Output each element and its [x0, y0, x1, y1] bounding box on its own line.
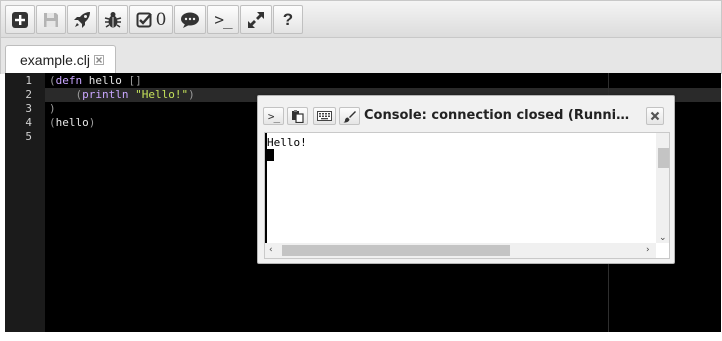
- rocket-icon: [74, 11, 90, 28]
- console-cursor: [267, 149, 274, 161]
- bug-icon: [104, 11, 122, 28]
- console-panel: >_ Console: connection closed (Runni… He…: [257, 95, 675, 264]
- scroll-left-arrow[interactable]: ‹: [269, 245, 273, 255]
- console-prompt-button[interactable]: >_: [263, 107, 284, 125]
- clipboard-icon: [292, 109, 304, 123]
- toolbar: 0 >_ ?: [0, 0, 722, 38]
- close-icon: [650, 111, 660, 121]
- code-token: ): [49, 102, 56, 115]
- line-number: 2: [25, 88, 32, 101]
- expand-arrows-icon: [248, 11, 264, 28]
- code-token: hello: [55, 116, 89, 129]
- code-token: ): [88, 116, 96, 129]
- run-button[interactable]: [67, 5, 97, 34]
- code-token: println: [82, 88, 129, 101]
- tab-example-clj[interactable]: example.clj: [5, 45, 116, 74]
- console-close-button[interactable]: [646, 107, 664, 125]
- keyboard-icon: [317, 111, 332, 121]
- checkbox-icon: [136, 12, 152, 28]
- line-number: 4: [25, 116, 32, 129]
- code-token: hello: [82, 74, 129, 87]
- console-button[interactable]: >_: [207, 5, 239, 34]
- line-number: 1: [25, 74, 32, 87]
- code-token: []: [128, 74, 142, 87]
- code-line: (println "Hello!"): [49, 88, 195, 102]
- vertical-scroll-thumb[interactable]: [658, 148, 669, 168]
- tests-count: 0: [155, 9, 167, 30]
- code-token: defn: [55, 74, 83, 87]
- help-button[interactable]: ?: [273, 5, 303, 34]
- close-icon[interactable]: [94, 55, 105, 65]
- scroll-down-arrow[interactable]: ⌄: [659, 233, 667, 243]
- horizontal-scrollbar[interactable]: ‹ ›: [265, 243, 656, 258]
- floppy-icon: [44, 12, 58, 27]
- line-number: 5: [25, 130, 32, 143]
- comment-button[interactable]: [174, 5, 206, 34]
- console-copy-button[interactable]: [287, 107, 308, 125]
- terminal-prompt-icon: >_: [267, 109, 280, 123]
- speech-bubble-icon: [181, 12, 199, 28]
- vertical-scrollbar[interactable]: ⌄: [656, 133, 669, 243]
- code-token: (: [49, 74, 56, 87]
- code-line: (defn hello []: [49, 74, 142, 88]
- debug-button[interactable]: [98, 5, 128, 34]
- scroll-right-arrow[interactable]: ›: [646, 245, 650, 255]
- horizontal-scroll-thumb[interactable]: [282, 245, 510, 256]
- save-button[interactable]: [36, 5, 66, 34]
- terminal-prompt-icon: >_: [214, 10, 232, 29]
- plus-icon: [12, 11, 28, 28]
- console-output[interactable]: Hello! ⌄ ‹ ›: [264, 132, 670, 259]
- code-line: (hello): [49, 116, 95, 130]
- tests-button[interactable]: 0: [129, 5, 173, 34]
- console-keyboard-button[interactable]: [313, 107, 336, 125]
- fullscreen-button[interactable]: [240, 5, 272, 34]
- new-file-button[interactable]: [5, 5, 35, 34]
- console-clear-button[interactable]: [339, 107, 360, 125]
- code-token: ): [188, 88, 195, 101]
- line-gutter: 12345: [5, 73, 45, 332]
- console-output-text: Hello!: [267, 136, 307, 149]
- code-token: "Hello!": [135, 88, 189, 101]
- line-number: 3: [25, 102, 32, 115]
- tab-label: example.clj: [20, 52, 91, 68]
- code-line: ): [49, 102, 56, 116]
- code-token: (: [49, 116, 56, 129]
- console-title: Console: connection closed (Runni…: [364, 108, 630, 123]
- question-mark-icon: ?: [282, 9, 294, 29]
- brush-icon: [343, 110, 356, 123]
